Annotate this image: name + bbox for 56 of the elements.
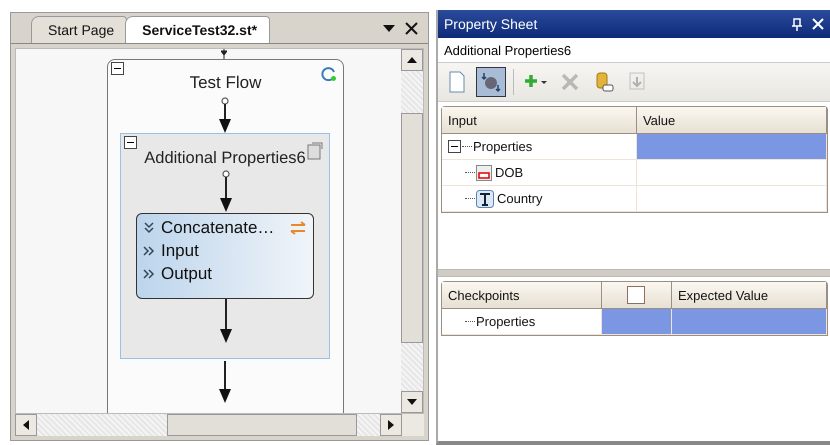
connector-line bbox=[221, 49, 227, 59]
column-header[interactable]: Expected Value bbox=[672, 282, 827, 309]
scroll-up-icon[interactable] bbox=[406, 57, 417, 63]
tree-item[interactable]: DOB bbox=[494, 165, 524, 180]
scroll-right-icon[interactable] bbox=[388, 420, 394, 430]
activity-section: Input bbox=[161, 241, 199, 261]
collapse-toggle[interactable] bbox=[448, 140, 461, 153]
toolbar-button[interactable] bbox=[476, 67, 506, 97]
document-tab[interactable]: ServiceTest32.st* bbox=[125, 16, 270, 43]
column-header[interactable]: Checkpoints bbox=[442, 282, 602, 309]
column-header[interactable]: Input bbox=[442, 107, 637, 134]
close-icon[interactable] bbox=[404, 22, 418, 35]
mapping-icon bbox=[480, 71, 502, 93]
value-cell[interactable] bbox=[636, 134, 827, 160]
expand-chevron-icon[interactable] bbox=[143, 268, 155, 280]
vertical-scrollbar[interactable] bbox=[400, 49, 423, 413]
new-document-icon bbox=[448, 71, 466, 93]
swap-arrows-icon bbox=[289, 220, 307, 236]
horizontal-scrollbar[interactable] bbox=[15, 414, 424, 436]
expand-chevron-icon[interactable] bbox=[143, 245, 155, 257]
connector-arrow bbox=[220, 299, 232, 343]
activity-section: Output bbox=[161, 264, 212, 284]
properties-group[interactable]: Additional Properties6 Concatenate… Input Output bbox=[120, 133, 330, 359]
header-checkbox[interactable] bbox=[627, 286, 646, 304]
text-field-icon bbox=[476, 190, 494, 208]
connector-arrow bbox=[219, 97, 231, 133]
connector-arrow bbox=[220, 170, 232, 212]
dropdown-caret-icon[interactable] bbox=[382, 24, 395, 32]
scroll-down-icon[interactable] bbox=[406, 399, 417, 405]
collapse-toggle[interactable] bbox=[111, 62, 124, 75]
connector-arrow bbox=[219, 361, 231, 403]
delete-icon bbox=[560, 72, 580, 92]
value-cell[interactable] bbox=[636, 160, 827, 186]
tree-item[interactable]: Properties bbox=[476, 314, 536, 329]
properties-icon bbox=[307, 142, 323, 160]
group-title: Additional Properties6 bbox=[144, 149, 306, 167]
activity-node[interactable]: Concatenate… Input Output bbox=[136, 213, 314, 299]
activity-title: Concatenate… bbox=[161, 218, 276, 238]
checkbox-cell[interactable] bbox=[602, 309, 672, 335]
scrollbar-corner bbox=[402, 414, 424, 436]
document-tab[interactable]: Start Page bbox=[31, 16, 128, 43]
panel-title: Property Sheet bbox=[444, 16, 538, 32]
collapse-toggle[interactable] bbox=[124, 136, 137, 149]
tree-item[interactable]: Country bbox=[496, 191, 542, 206]
database-link-icon bbox=[594, 71, 614, 93]
collapse-chevron-icon[interactable] bbox=[143, 222, 155, 234]
refresh-icon bbox=[321, 66, 337, 82]
flow-container[interactable]: Test Flow Additional Properties6 Concatenate… Input Output bbox=[107, 59, 344, 413]
flow-title: Test Flow bbox=[190, 73, 262, 92]
value-cell[interactable] bbox=[636, 186, 827, 212]
column-header[interactable]: Value bbox=[636, 107, 827, 134]
value-cell[interactable] bbox=[672, 309, 827, 335]
calendar-icon bbox=[476, 164, 492, 180]
scroll-left-icon[interactable] bbox=[23, 420, 29, 430]
tree-item[interactable]: Properties bbox=[472, 139, 532, 154]
pin-icon[interactable] bbox=[792, 18, 802, 30]
